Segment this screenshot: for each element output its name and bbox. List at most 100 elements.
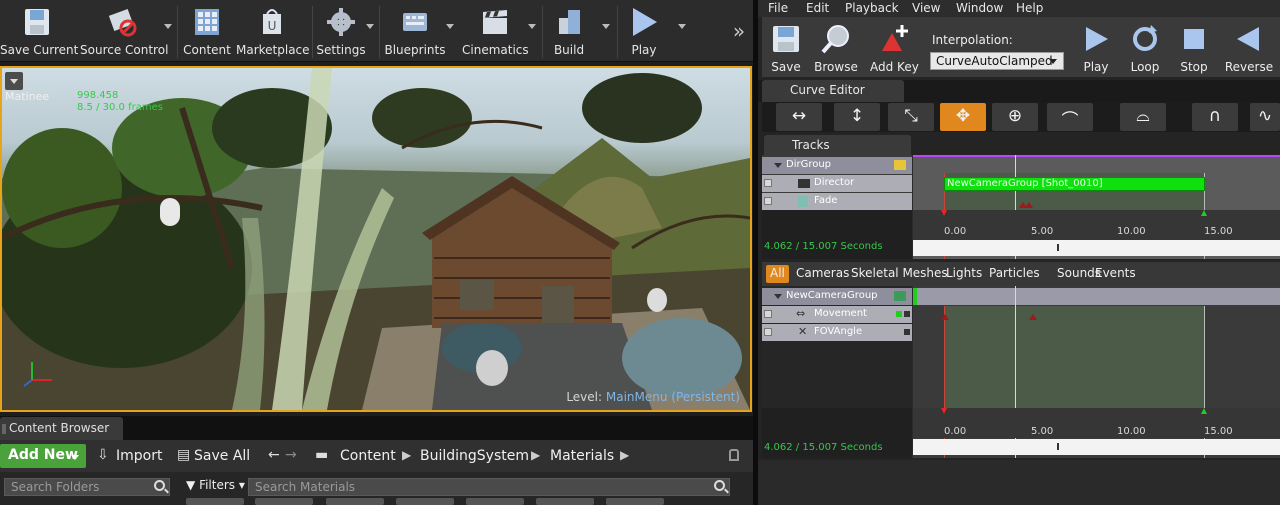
fit-view-button[interactable]: ⤡ [888,103,934,131]
breadcrumb-separator-icon[interactable]: ▶ [620,448,629,462]
track-group-newcameragroup[interactable]: NewCameraGroup [762,288,912,305]
import-button[interactable]: Import [116,448,162,464]
add-new-button[interactable]: Add New [0,444,86,468]
search-folders-input[interactable]: Search Folders [4,478,170,496]
asset-thumbnail[interactable] [255,498,313,505]
menu-edit[interactable]: Edit [806,1,829,15]
asset-thumbnail[interactable] [326,498,384,505]
start-marker-icon[interactable] [941,408,947,414]
current-time: 4.062 / 15.007 Seconds [764,241,883,252]
filter-lights[interactable]: Lights [942,265,986,283]
menu-view[interactable]: View [912,1,940,15]
filter-skeletal-meshes[interactable]: Skeletal Meshes [847,265,952,283]
matinee-play-button[interactable]: Play [1076,17,1116,77]
curve-auto-button[interactable]: ⌒ [1047,103,1093,131]
track-checkbox[interactable] [764,179,772,187]
keyframe-icon[interactable] [941,314,949,320]
scrub-thumb[interactable] [1057,443,1059,450]
end-marker-icon[interactable] [1201,210,1207,216]
camera-scrubber[interactable] [913,439,1280,455]
curve-break-button[interactable]: ∿ [1250,103,1280,131]
track-record-icon[interactable] [904,329,910,335]
tab-content-browser[interactable]: Content Browser [0,417,123,440]
asset-thumbnail[interactable] [186,498,244,505]
track-movement[interactable]: ⇔ Movement [762,306,912,323]
curve-auto-clamped-button[interactable]: ⌓ [1120,103,1166,131]
director-timeline[interactable]: 0.00 5.00 10.00 15.00 [913,155,1280,259]
cinematics-dropdown-icon[interactable] [528,24,536,29]
source-control-button[interactable]: Source Control [80,0,168,62]
keyframe-icon[interactable] [1029,314,1037,320]
viewport-options-button[interactable] [5,72,23,90]
breadcrumb-separator-icon[interactable]: ▶ [531,448,540,462]
track-group-dirgroup[interactable]: DirGroup [762,157,912,174]
matinee-save-button[interactable]: Save [766,17,806,77]
camera-timeline[interactable]: 0.00 5.00 10.00 15.00 [913,286,1280,458]
build-button[interactable]: Build [546,0,592,62]
matinee-browse-button[interactable]: Browse [814,17,858,77]
zoom-mode-button[interactable]: ⊕ [992,103,1038,131]
menu-window[interactable]: Window [956,1,1003,15]
track-checkbox[interactable] [764,328,772,336]
add-key-button[interactable]: Add Key [870,17,919,77]
cinematics-button[interactable]: Cinematics [462,0,529,62]
filter-events[interactable]: Events [1091,265,1140,283]
asset-thumbnail[interactable] [536,498,594,505]
stop-button[interactable]: Stop [1174,17,1214,77]
track-checkbox[interactable] [764,310,772,318]
back-arrow-icon[interactable]: ← [268,447,280,463]
curve-user-button[interactable]: ∩ [1192,103,1238,131]
tab-curve-editor[interactable]: Curve Editor [762,80,904,102]
track-fade[interactable]: Fade [762,193,912,210]
settings-button[interactable]: Settings [316,0,366,62]
fit-horizontal-button[interactable]: ↔ [776,103,822,131]
save-all-button[interactable]: Save All [194,448,250,464]
blueprints-button[interactable]: Blueprints [384,0,446,62]
track-fovangle[interactable]: ✕ FOVAngle [762,324,912,341]
save-current-button[interactable]: Save Current [0,0,78,62]
menu-file[interactable]: File [768,1,788,15]
start-marker-icon[interactable] [941,210,947,216]
tab-tracks[interactable]: Tracks [764,135,911,155]
breadcrumb-separator-icon[interactable]: ▶ [402,448,411,462]
asset-thumbnail[interactable] [466,498,524,505]
marketplace-button[interactable]: U Marketplace [236,0,310,62]
source-control-dropdown-icon[interactable] [164,24,172,29]
pan-edit-button[interactable]: ✥ [940,103,986,131]
content-button[interactable]: Content [182,0,232,62]
loop-button[interactable]: Loop [1124,17,1166,77]
build-dropdown-icon[interactable] [602,24,610,29]
interpolation-select[interactable]: CurveAutoClamped [930,52,1064,70]
menu-help[interactable]: Help [1016,1,1043,15]
breadcrumb-buildingsystem[interactable]: BuildingSystem [420,448,529,464]
filter-particles[interactable]: Particles [985,265,1044,283]
search-materials-input[interactable]: Search Materials [248,478,730,496]
end-marker-icon[interactable] [1201,408,1207,414]
play-dropdown-icon[interactable] [678,24,686,29]
asset-thumbnail[interactable] [396,498,454,505]
blueprints-dropdown-icon[interactable] [446,24,454,29]
play-button[interactable]: Play [622,0,666,62]
filter-cameras[interactable]: Cameras [792,265,853,283]
asset-thumbnail[interactable] [606,498,664,505]
camera-shot-bar[interactable]: NewCameraGroup [Shot_0010] [944,177,1205,191]
forward-arrow-icon[interactable]: → [285,447,297,463]
level-viewport[interactable]: Matinee 998.458 8.5 / 30.0 frames Level:… [0,66,752,412]
track-director[interactable]: Director [762,175,912,192]
keyframe-icon[interactable] [1025,202,1033,208]
toolbar-overflow-button[interactable]: » [728,18,750,44]
breadcrumb-content[interactable]: Content [340,448,396,464]
director-scrubber[interactable] [913,240,1280,256]
track-enabled-icon[interactable] [896,311,902,317]
scrub-thumb[interactable] [1057,244,1059,251]
breadcrumb-materials[interactable]: Materials [550,448,614,464]
menu-playback[interactable]: Playback [845,1,899,15]
settings-dropdown-icon[interactable] [366,24,374,29]
track-record-icon[interactable] [904,311,910,317]
track-checkbox[interactable] [764,197,772,205]
reverse-button[interactable]: Reverse [1222,17,1276,77]
fit-vertical-button[interactable]: ↕ [834,103,880,131]
filters-button[interactable]: ▼ Filters ▾ [186,478,245,492]
lock-icon[interactable] [729,449,739,461]
filter-all[interactable]: All [766,265,789,283]
